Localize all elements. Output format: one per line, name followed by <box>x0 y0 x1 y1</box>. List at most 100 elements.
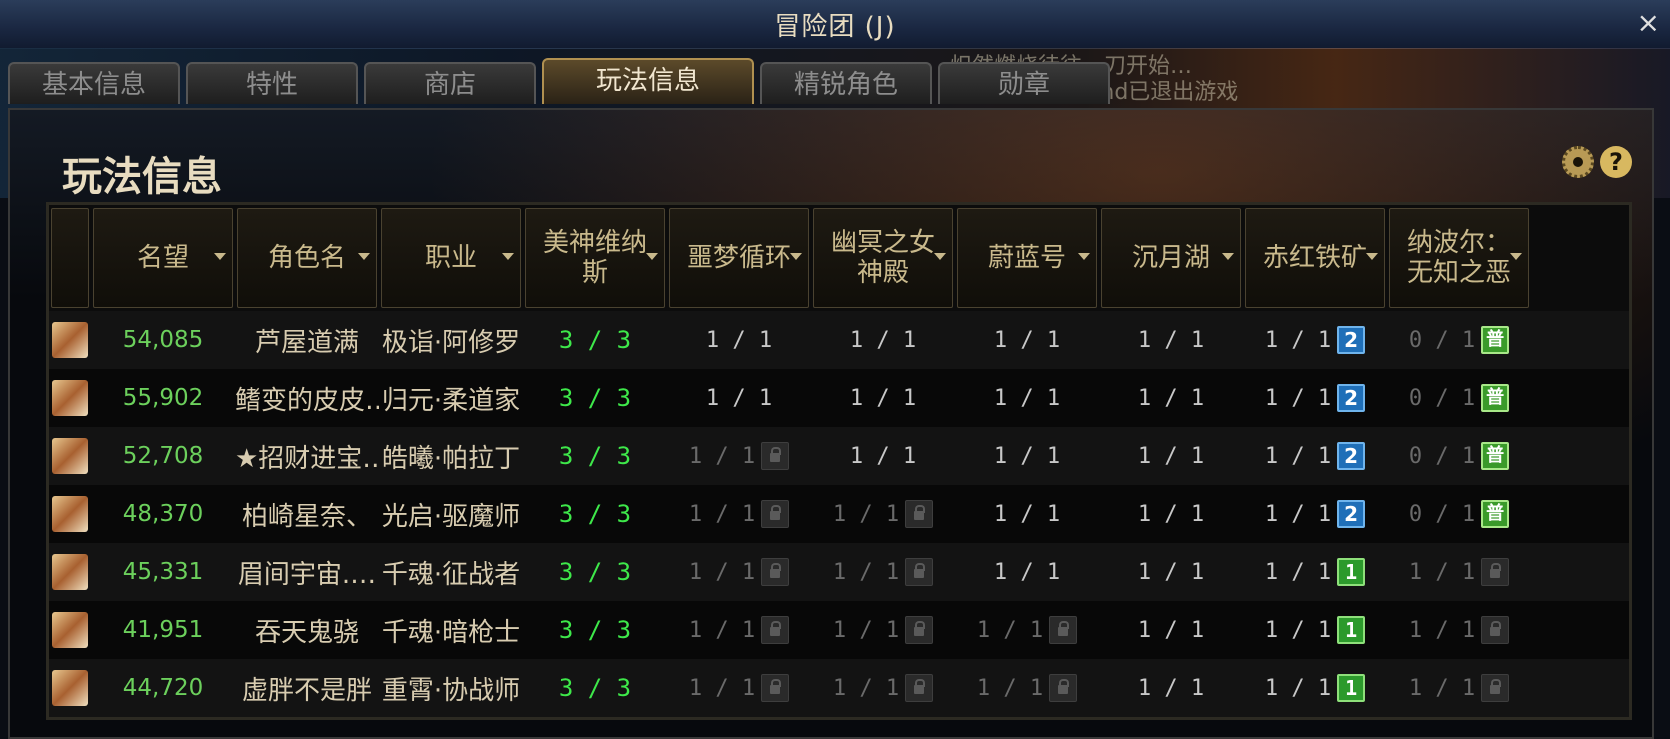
header-venus[interactable]: 美神维纳斯 <box>525 208 665 308</box>
character-job: 千魂·暗枪士 <box>381 617 521 648</box>
lock-icon <box>1049 616 1078 644</box>
clear-count: 0 / 1 <box>1408 385 1476 411</box>
clear-count: 3 / 3 <box>558 558 632 586</box>
clear-count: 1 / 1 <box>1408 559 1476 585</box>
fame-cell: 48,370 <box>91 501 235 527</box>
job-cell: 光启·驱魔师 <box>379 496 523 533</box>
table-header: 名望 角色名 职业 美神维纳斯 噩梦循环 幽冥之女神殿 蔚蓝号 沉月湖 赤红铁矿 纳波尔：无知之恶 <box>49 205 1629 311</box>
header-fame[interactable]: 名望 <box>93 208 233 308</box>
name-cell: 芦屋道满 <box>235 322 379 359</box>
gear-icon[interactable] <box>1562 146 1594 178</box>
table-row[interactable]: 41,951 吞天鬼骁 千魂·暗枪士 3 / 31 / 11 / 11 / 11 / … <box>49 601 1629 659</box>
clear-count: 3 / 3 <box>558 384 632 412</box>
clear-count: 1 / 1 <box>832 617 900 643</box>
clear-count: 0 / 1 <box>1408 327 1476 353</box>
character-job: 极诣·阿修罗 <box>381 327 521 358</box>
table-row[interactable]: 48,370 柏崎星奈、 光启·驱魔师 3 / 31 / 11 / 11 / 11 /… <box>49 485 1629 543</box>
avatar-cell <box>49 438 91 474</box>
clear-count: 1 / 1 <box>832 501 900 527</box>
clear-count: 1 / 1 <box>1137 617 1205 643</box>
sort-arrow-icon[interactable] <box>934 253 946 260</box>
header-azure[interactable]: 蔚蓝号 <box>957 208 1097 308</box>
clear-count: 3 / 3 <box>558 616 632 644</box>
table-row[interactable]: 44,720 虚胖不是胖 重霄·协战师 3 / 31 / 11 / 11 / 11 /… <box>49 659 1629 717</box>
avatar <box>52 322 88 358</box>
lock-icon <box>761 674 790 702</box>
clear-count-badge: 1 <box>1337 616 1366 644</box>
azure-cell: 1 / 1 <box>955 674 1099 702</box>
close-icon[interactable]: × <box>1637 6 1660 39</box>
character-name: 鳍变的皮皮… <box>235 385 379 416</box>
redmine-cell: 1 / 12 <box>1243 442 1387 470</box>
sort-arrow-icon[interactable] <box>1078 253 1090 260</box>
character-name: 眉间宇宙.… <box>237 559 377 590</box>
sort-arrow-icon[interactable] <box>790 253 802 260</box>
sort-arrow-icon[interactable] <box>502 253 514 260</box>
tab-shop[interactable]: 商店 <box>364 62 536 104</box>
clear-count: 1 / 1 <box>993 443 1061 469</box>
clear-count: 1 / 1 <box>1264 559 1332 585</box>
clear-count: 1 / 1 <box>976 617 1044 643</box>
venus-cell: 3 / 3 <box>523 674 667 702</box>
sort-arrow-icon[interactable] <box>214 253 226 260</box>
nightmare-cell: 1 / 1 <box>667 616 811 644</box>
clear-count: 1 / 1 <box>1137 443 1205 469</box>
fame-value: 48,370 <box>122 501 204 527</box>
lock-icon <box>905 674 934 702</box>
header-napol[interactable]: 纳波尔：无知之恶 <box>1389 208 1529 308</box>
clear-count: 1 / 1 <box>1264 385 1332 411</box>
table-row[interactable]: 55,902 鳍变的皮皮… 归元·柔道家 3 / 31 / 11 / 11 / 11 … <box>49 369 1629 427</box>
header-label: 美神维纳斯 <box>542 228 647 288</box>
normal-difficulty-badge: 普 <box>1481 500 1510 528</box>
header-moon-lake[interactable]: 沉月湖 <box>1101 208 1241 308</box>
venus-cell: 3 / 3 <box>523 616 667 644</box>
sort-arrow-icon[interactable] <box>1366 253 1378 260</box>
sort-arrow-icon[interactable] <box>1222 253 1234 260</box>
normal-difficulty-badge: 普 <box>1481 384 1510 412</box>
redmine-cell: 1 / 11 <box>1243 616 1387 644</box>
clear-count: 1 / 1 <box>688 559 756 585</box>
fame-value: 52,708 <box>122 443 204 469</box>
clear-count: 1 / 1 <box>1137 675 1205 701</box>
header-job[interactable]: 职业 <box>381 208 521 308</box>
clear-count: 1 / 1 <box>849 327 917 353</box>
help-icon[interactable]: ? <box>1600 146 1632 178</box>
table-row[interactable]: 54,085 芦屋道满 极诣·阿修罗 3 / 31 / 11 / 11 / 11 / … <box>49 311 1629 369</box>
goddess-cell: 1 / 1 <box>811 328 955 353</box>
tab-elite-characters[interactable]: 精锐角色 <box>760 62 932 104</box>
avatar-cell <box>49 322 91 358</box>
table-row[interactable]: 52,708 ★招财进宝… 皓曦·帕拉丁 3 / 31 / 11 / 11 / 11 … <box>49 427 1629 485</box>
nightmare-cell: 1 / 1 <box>667 328 811 353</box>
redmine-cell: 1 / 12 <box>1243 500 1387 528</box>
sort-arrow-icon[interactable] <box>1510 253 1522 260</box>
fame-cell: 45,331 <box>91 559 235 585</box>
clear-count: 1 / 1 <box>1264 617 1332 643</box>
job-cell: 极诣·阿修罗 <box>379 322 523 359</box>
header-nightmare-loop[interactable]: 噩梦循环 <box>669 208 809 308</box>
lock-icon <box>761 500 790 528</box>
header-label: 纳波尔：无知之恶 <box>1406 228 1511 288</box>
tab-basic-info[interactable]: 基本信息 <box>8 62 180 104</box>
sort-arrow-icon[interactable] <box>646 253 658 260</box>
clear-count: 1 / 1 <box>688 443 756 469</box>
lock-icon <box>761 616 790 644</box>
lock-icon <box>1481 558 1510 586</box>
tab-traits[interactable]: 特性 <box>186 62 358 104</box>
sort-arrow-icon[interactable] <box>358 253 370 260</box>
venus-cell: 3 / 3 <box>523 384 667 412</box>
table-row[interactable]: 45,331 眉间宇宙.… 千魂·征战者 3 / 31 / 11 / 11 / 11 … <box>49 543 1629 601</box>
header-red-iron-mine[interactable]: 赤红铁矿 <box>1245 208 1385 308</box>
goddess-cell: 1 / 1 <box>811 444 955 469</box>
tab-medals[interactable]: 勋章 <box>938 62 1110 104</box>
venus-cell: 3 / 3 <box>523 558 667 586</box>
name-cell: 鳍变的皮皮… <box>235 380 379 417</box>
lock-icon <box>761 558 790 586</box>
header-character-name[interactable]: 角色名 <box>237 208 377 308</box>
tab-gameplay-info[interactable]: 玩法信息 <box>542 58 754 104</box>
clear-count: 3 / 3 <box>558 326 632 354</box>
goddess-cell: 1 / 1 <box>811 674 955 702</box>
header-goddess-temple[interactable]: 幽冥之女神殿 <box>813 208 953 308</box>
header-label: 职业 <box>424 243 477 273</box>
clear-count: 1 / 1 <box>1408 617 1476 643</box>
clear-count: 1 / 1 <box>1264 443 1332 469</box>
